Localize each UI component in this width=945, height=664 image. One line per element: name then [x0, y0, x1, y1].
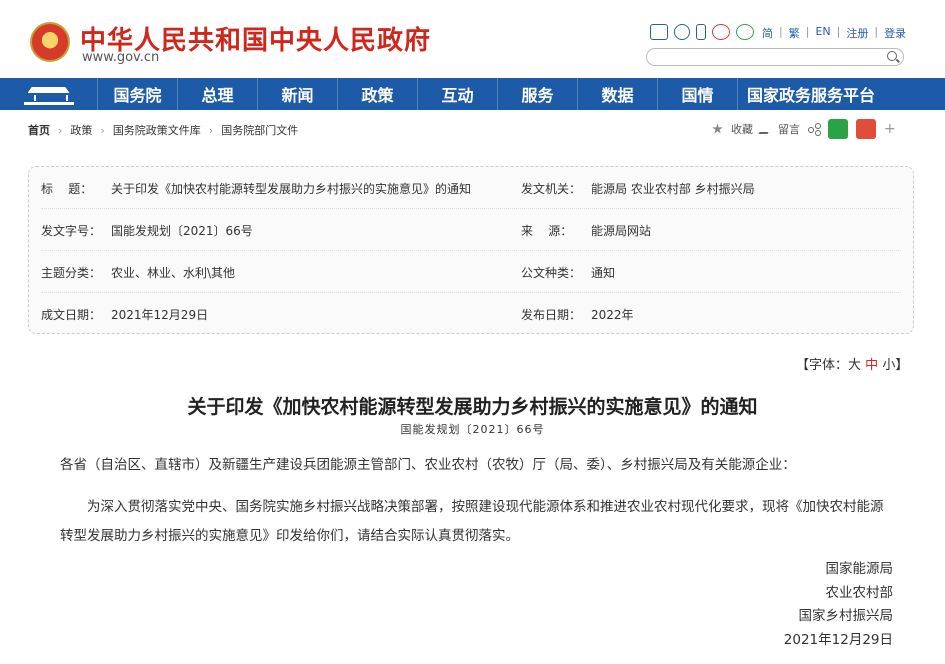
plus-icon[interactable]: + — [884, 121, 896, 137]
link-register[interactable]: 注册 — [846, 25, 868, 41]
font-size-medium[interactable]: 中 — [865, 358, 878, 373]
breadcrumb-policy[interactable]: 政策 — [70, 122, 92, 138]
published-date-label: 发布日期： — [521, 308, 582, 322]
type-label: 公文种类： — [521, 266, 582, 280]
info-row: 主题分类： 农业、林业、水利\其他 公文种类： 通知 — [41, 251, 901, 293]
nav-interaction[interactable]: 互动 — [417, 78, 497, 110]
rss-icon[interactable] — [674, 24, 690, 40]
signature-date: 2021年12月29日 — [783, 631, 893, 648]
nav-policy[interactable]: 政策 — [337, 78, 417, 110]
issuer-label: 发文机关： — [521, 182, 582, 196]
font-size-prefix: 【字体： — [796, 358, 849, 373]
top-links: 简 | 繁 | EN | 注册 | 登录 — [762, 25, 906, 41]
wechat-icon[interactable] — [736, 24, 754, 40]
written-date-value: 2021年12月29日 — [111, 308, 209, 322]
main-nav: 国务院 总理 新闻 政策 互动 服务 数据 国情 国家政务服务平台 — [0, 78, 945, 110]
nav-data[interactable]: 数据 — [577, 78, 657, 110]
separator: | — [805, 25, 810, 38]
nav-services[interactable]: 服务 — [497, 78, 577, 110]
search-input[interactable] — [646, 48, 904, 66]
share-icon[interactable] — [808, 123, 821, 135]
source-label: 来 源： — [521, 224, 573, 238]
site-header: 中华人民共和国中央人民政府 www.gov.cn 简 | 繁 | EN | 注册… — [0, 0, 945, 78]
published-date-value: 2022年 — [591, 308, 634, 322]
topic-value: 农业、林业、水利\其他 — [111, 266, 236, 280]
breadcrumb-dept-docs[interactable]: 国务院部门文件 — [221, 122, 298, 138]
font-size-small[interactable]: 小 — [882, 358, 895, 373]
top-icon-bar — [650, 24, 754, 40]
nav-national-info[interactable]: 国情 — [657, 78, 737, 110]
breadcrumb-home[interactable]: 首页 — [28, 122, 50, 138]
separator: | — [836, 25, 841, 38]
site-url[interactable]: www.gov.cn — [82, 50, 159, 65]
title-label: 标 题： — [41, 182, 93, 196]
docno-label: 发文字号： — [41, 224, 102, 238]
font-size-large[interactable]: 大 — [848, 358, 861, 373]
topic-label: 主题分类： — [41, 266, 102, 280]
tiananmen-icon — [23, 83, 74, 105]
written-date-label: 成文日期： — [41, 308, 102, 322]
national-emblem-icon[interactable] — [30, 22, 70, 62]
breadcrumb-library[interactable]: 国务院政策文件库 — [113, 122, 201, 138]
article-salutation: 各省（自治区、直辖市）及新疆生产建设兵团能源主管部门、农业农村（农牧）厅（局、委… — [60, 457, 796, 473]
link-traditional[interactable]: 繁 — [789, 25, 800, 41]
signature-nrra: 国家乡村振兴局 — [798, 608, 894, 624]
title-value: 关于印发《加快农村能源转型发展助力乡村振兴的实施意见》的通知 — [111, 182, 472, 196]
nav-premier[interactable]: 总理 — [177, 78, 257, 110]
search-icon[interactable] — [887, 51, 897, 61]
chevron-right-icon: › — [208, 123, 214, 137]
star-icon — [712, 123, 723, 134]
docno-value: 国能发规划〔2021〕66号 — [111, 224, 253, 238]
document-info-box: 标 题： 关于印发《加快农村能源转型发展助力乡村振兴的实施意见》的通知 发文机关：… — [28, 166, 914, 334]
nav-state-council[interactable]: 国务院 — [97, 78, 177, 110]
weibo-icon[interactable] — [712, 24, 730, 40]
issuer-value: 能源局 农业农村部 乡村振兴局 — [591, 182, 755, 196]
info-row: 成文日期： 2021年12月29日 发布日期： 2022年 — [41, 293, 901, 335]
info-row: 发文字号： 国能发规划〔2021〕66号 来 源： 能源局网站 — [41, 209, 901, 251]
signature-nea: 国家能源局 — [825, 561, 894, 577]
chevron-right-icon: › — [100, 123, 105, 137]
wechat-share-icon[interactable] — [828, 119, 848, 139]
info-row: 标 题： 关于印发《加快农村能源转型发展助力乡村振兴的实施意见》的通知 发文机关：… — [41, 167, 901, 209]
nav-news[interactable]: 新闻 — [257, 78, 337, 110]
separator: | — [779, 25, 783, 38]
breadcrumb: 首页 › 政策 › 国务院政策文件库 › 国务院部门文件 — [28, 122, 298, 138]
font-size-selector: 【字体：大 中 小】 — [796, 354, 908, 373]
mobile-icon[interactable] — [696, 24, 706, 40]
article-title: 关于印发《加快农村能源转型发展助力乡村振兴的实施意见》的通知 — [187, 396, 758, 418]
mail-icon[interactable] — [650, 24, 668, 40]
signature-block: 国家能源局 农业农村部 国家乡村振兴局 2021年12月29日 — [784, 558, 893, 652]
pen-icon — [758, 124, 773, 134]
chevron-right-icon: › — [58, 123, 63, 137]
article-doc-number: 国能发规划〔2021〕66号 — [400, 423, 545, 436]
nav-service-platform[interactable]: 国家政务服务平台 — [737, 78, 884, 110]
weibo-share-icon[interactable] — [856, 119, 876, 139]
font-size-suffix: 】 — [895, 358, 909, 373]
article-body: 为深入贯彻落实党中央、国务院实施乡村振兴战略决策部署，按照建设现代能源体系和推进… — [60, 499, 884, 544]
link-simplified[interactable]: 简 — [762, 25, 773, 41]
link-english[interactable]: EN — [815, 25, 830, 41]
favorite-button[interactable]: 收藏 — [731, 121, 753, 137]
type-value: 通知 — [591, 266, 616, 280]
separator: | — [874, 25, 879, 38]
share-tools: 收藏 留言 + — [712, 119, 896, 139]
comment-button[interactable]: 留言 — [778, 121, 800, 137]
nav-home[interactable] — [0, 78, 97, 110]
source-value: 能源局网站 — [591, 224, 652, 238]
signature-moa: 农业农村部 — [825, 584, 894, 601]
link-login[interactable]: 登录 — [884, 25, 906, 41]
